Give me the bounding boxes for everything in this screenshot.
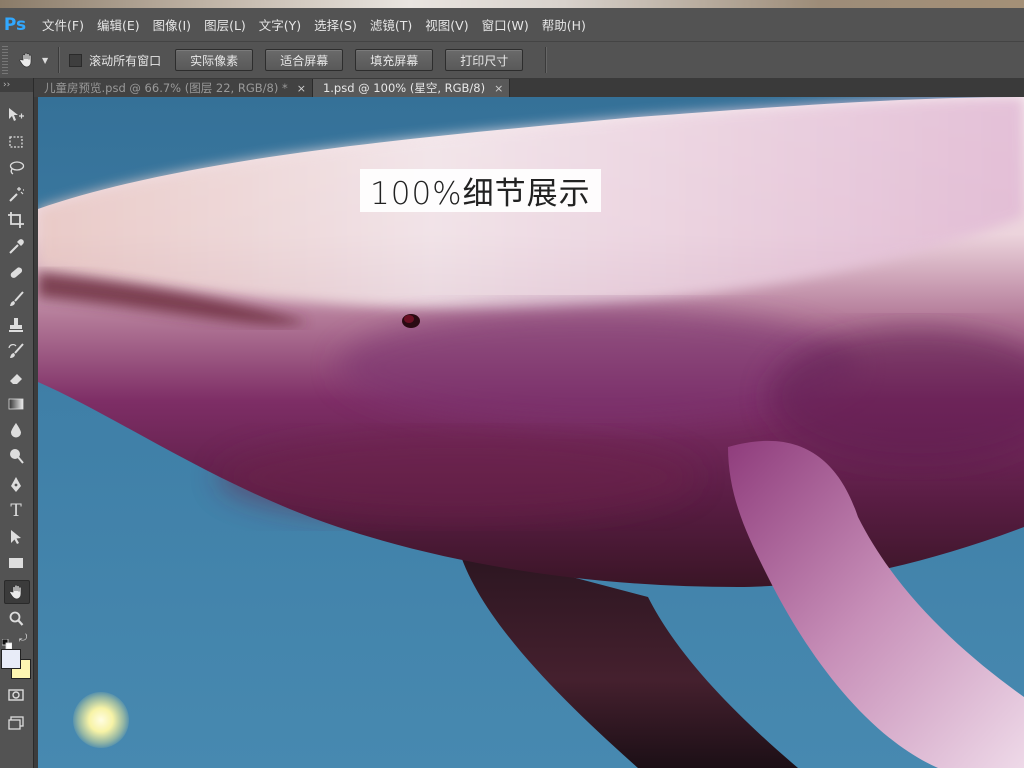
options-bar: ▼ 滚动所有窗口 实际像素 适合屏幕 填充屏幕 打印尺寸 — [0, 41, 1024, 79]
screen-mode-button[interactable] — [4, 712, 28, 734]
screen-mode-icon — [8, 716, 24, 730]
eraser-tool[interactable] — [4, 367, 28, 389]
document-tab-bar: 儿童房预览.psd @ 66.7% (图层 22, RGB/8) * × 1.p… — [34, 78, 1024, 97]
clone-stamp-tool[interactable] — [4, 314, 28, 336]
glowing-star — [73, 692, 129, 748]
brush-icon — [10, 291, 24, 306]
scroll-all-windows-checkbox[interactable] — [69, 53, 83, 67]
menu-filter[interactable]: 滤镜(T) — [370, 15, 412, 34]
move-tool[interactable] — [4, 104, 28, 126]
print-size-button[interactable]: 打印尺寸 — [445, 49, 524, 71]
tab-label: 儿童房预览.psd @ 66.7% (图层 22, RGB/8) * — [44, 81, 288, 95]
detail-caption: 100%细节展示 — [360, 169, 601, 212]
rectangle-tool[interactable] — [4, 552, 28, 574]
zoom-tool[interactable] — [4, 608, 28, 630]
separator — [545, 47, 547, 73]
close-icon[interactable]: × — [297, 82, 306, 95]
history-brush-icon — [8, 343, 24, 358]
separator — [58, 47, 60, 73]
gradient-icon — [8, 398, 24, 410]
dodge-icon — [10, 449, 24, 464]
blur-tool[interactable] — [4, 419, 28, 441]
tools-panel: ›› T ⤾ — [0, 78, 34, 768]
path-select-tool[interactable] — [4, 526, 28, 548]
eraser-icon — [10, 374, 22, 384]
hand-icon — [9, 584, 22, 600]
type-icon: T — [10, 501, 22, 521]
zoom-icon — [9, 611, 24, 626]
menu-edit[interactable]: 编辑(E) — [97, 15, 140, 34]
options-bar-grip[interactable] — [2, 46, 8, 74]
marquee-icon — [9, 136, 23, 148]
menu-view[interactable]: 视图(V) — [425, 15, 468, 34]
tool-preset-picker[interactable]: ▼ — [18, 51, 48, 69]
tab-label: 1.psd @ 100% (星空, RGB/8) — [322, 81, 486, 95]
chevron-down-icon: ▼ — [42, 55, 49, 65]
healing-brush-icon — [10, 267, 23, 278]
tab-document-1[interactable]: 儿童房预览.psd @ 66.7% (图层 22, RGB/8) * × — [34, 79, 313, 97]
marquee-tool[interactable] — [4, 131, 28, 153]
close-icon[interactable]: × — [494, 82, 503, 95]
document-canvas[interactable]: 100%细节展示 — [38, 97, 1024, 768]
gradient-tool[interactable] — [4, 393, 28, 415]
tab-document-2[interactable]: 1.psd @ 100% (星空, RGB/8) × — [312, 79, 511, 97]
magic-wand-tool[interactable] — [4, 183, 28, 205]
app-logo: Ps — [3, 14, 27, 35]
menu-select[interactable]: 选择(S) — [314, 15, 357, 34]
move-icon — [9, 108, 24, 121]
menu-image[interactable]: 图像(I) — [153, 15, 191, 34]
menu-type[interactable]: 文字(Y) — [259, 15, 301, 34]
window-top-edge — [0, 0, 1024, 8]
swap-colors-icon[interactable]: ⤾ — [19, 633, 31, 645]
lasso-icon — [9, 161, 25, 175]
lasso-tool[interactable] — [4, 157, 28, 179]
tools-panel-collapse[interactable]: ›› — [0, 78, 33, 92]
menu-bar: Ps 文件(F) 编辑(E) 图像(I) 图层(L) 文字(Y) 选择(S) 滤… — [0, 8, 1024, 41]
fill-screen-button[interactable]: 填充屏幕 — [355, 49, 434, 71]
hand-icon — [19, 52, 32, 68]
eyedropper-tool[interactable] — [4, 236, 28, 258]
menu-layer[interactable]: 图层(L) — [204, 15, 246, 34]
clone-stamp-icon — [9, 318, 23, 332]
brush-tool[interactable] — [4, 288, 28, 310]
dodge-tool[interactable] — [4, 445, 28, 467]
pen-tool[interactable] — [4, 474, 28, 496]
fit-screen-button[interactable]: 适合屏幕 — [265, 49, 344, 71]
menu-file[interactable]: 文件(F) — [42, 15, 84, 34]
crop-icon — [8, 212, 24, 228]
healing-brush-tool[interactable] — [4, 262, 28, 284]
menu-help[interactable]: 帮助(H) — [542, 15, 586, 34]
scroll-all-windows-label: 滚动所有窗口 — [89, 53, 162, 68]
quick-mask-button[interactable] — [4, 684, 28, 706]
magic-wand-icon — [9, 187, 24, 202]
crop-tool[interactable] — [4, 209, 28, 231]
type-tool[interactable]: T — [4, 500, 28, 522]
path-select-icon — [11, 530, 21, 544]
hand-tool[interactable] — [4, 580, 30, 604]
actual-pixels-button[interactable]: 实际像素 — [175, 49, 254, 71]
rectangle-icon — [9, 558, 23, 568]
eyedropper-icon — [9, 239, 24, 254]
default-colors-icon[interactable] — [1, 634, 13, 650]
menu-window[interactable]: 窗口(W) — [482, 15, 529, 34]
history-brush-tool[interactable] — [4, 340, 28, 362]
foreground-color-swatch[interactable] — [1, 649, 21, 669]
pen-icon — [11, 477, 21, 492]
quick-mask-icon — [8, 689, 24, 701]
blur-icon — [11, 423, 21, 438]
